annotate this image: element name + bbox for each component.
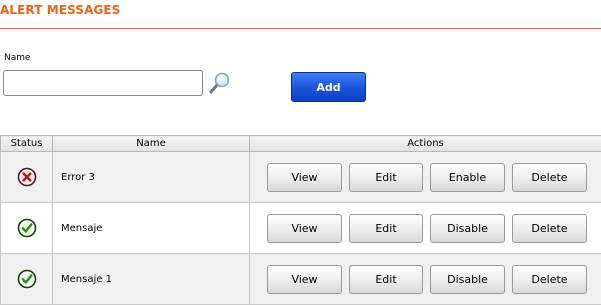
edit-button[interactable]: Edit xyxy=(349,264,423,294)
view-button[interactable]: View xyxy=(267,264,342,294)
check-icon xyxy=(17,269,36,289)
actions-cell: View Edit Disable Delete xyxy=(249,253,601,305)
view-button[interactable]: View xyxy=(267,162,342,192)
name-column-header[interactable]: Name xyxy=(52,135,250,152)
table-row: Mensaje 1 View Edit Disable Delete xyxy=(0,253,601,305)
actions-cell: View Edit Enable Delete xyxy=(249,151,601,203)
table-row: Error 3 View Edit Enable Delete xyxy=(0,151,601,203)
message-name: Error 3 xyxy=(52,151,250,203)
delete-button[interactable]: Delete xyxy=(512,264,587,294)
page-title: ALERT MESSAGES xyxy=(0,3,121,17)
actions-column-header: Actions xyxy=(249,135,601,152)
name-search-input[interactable] xyxy=(3,70,203,96)
disable-button[interactable]: Disable xyxy=(430,213,505,243)
delete-button[interactable]: Delete xyxy=(512,162,587,192)
table-row: Mensaje View Edit Disable Delete xyxy=(0,202,601,254)
check-icon xyxy=(17,218,36,238)
status-column-header[interactable]: Status xyxy=(0,135,53,152)
message-name: Mensaje xyxy=(52,202,250,254)
table-header-row: Status Name Actions xyxy=(0,135,601,152)
message-name: Mensaje 1 xyxy=(52,253,250,305)
delete-button[interactable]: Delete xyxy=(512,213,587,243)
edit-button[interactable]: Edit xyxy=(349,162,423,192)
disable-button[interactable]: Disable xyxy=(430,264,505,294)
name-label: Name xyxy=(4,53,31,63)
search-icon[interactable] xyxy=(208,71,232,95)
title-divider xyxy=(0,28,601,29)
error-x-icon xyxy=(17,167,36,187)
actions-cell: View Edit Disable Delete xyxy=(249,202,601,254)
add-button[interactable]: Add xyxy=(291,72,366,102)
enable-button[interactable]: Enable xyxy=(430,162,505,192)
status-cell xyxy=(0,202,53,254)
alert-messages-table: Status Name Actions Error 3 View Edit En… xyxy=(0,135,601,305)
status-cell xyxy=(0,151,53,203)
status-cell xyxy=(0,253,53,305)
edit-button[interactable]: Edit xyxy=(349,213,423,243)
view-button[interactable]: View xyxy=(267,213,342,243)
